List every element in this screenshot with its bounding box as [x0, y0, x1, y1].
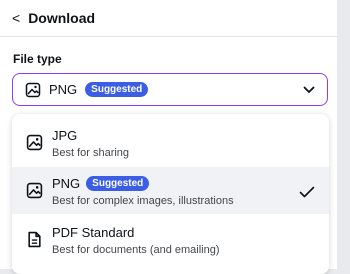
- option-subtitle: Best for complex images, illustrations: [52, 195, 234, 207]
- option-subtitle: Best for sharing: [52, 147, 130, 159]
- document-icon: [28, 231, 41, 248]
- chevron-left-icon: <: [12, 10, 21, 26]
- file-type-label: File type: [13, 52, 62, 66]
- option-title: PDF Standard: [52, 225, 135, 240]
- option-png[interactable]: PNG Suggested Best for complex images, i…: [12, 167, 329, 214]
- option-subtitle: Best for documents (and emailing): [52, 244, 220, 256]
- suggested-badge: Suggested: [86, 176, 150, 191]
- option-title: PNG: [52, 176, 81, 191]
- suggested-badge: Suggested: [85, 82, 149, 97]
- checkmark-icon: [299, 186, 315, 198]
- panel-title: Download: [28, 10, 96, 26]
- option-jpg[interactable]: JPG Best for sharing: [12, 114, 329, 166]
- header-divider: [0, 36, 337, 37]
- scrollbar-track[interactable]: [337, 0, 350, 269]
- download-panel: < Download File type PNG Suggested JPG B…: [0, 0, 337, 274]
- image-icon: [26, 134, 43, 151]
- option-pdf-standard[interactable]: PDF Standard Best for documents (and ema…: [12, 215, 329, 265]
- chevron-down-icon: [303, 86, 315, 93]
- file-type-select[interactable]: PNG Suggested: [12, 73, 328, 106]
- selected-file-type: PNG: [49, 82, 78, 97]
- image-icon: [25, 82, 41, 97]
- file-type-dropdown: JPG Best for sharing PNG Suggested Best …: [12, 114, 329, 274]
- back-button[interactable]: < Download: [12, 6, 95, 30]
- image-icon: [26, 182, 43, 199]
- option-title: JPG: [52, 128, 78, 143]
